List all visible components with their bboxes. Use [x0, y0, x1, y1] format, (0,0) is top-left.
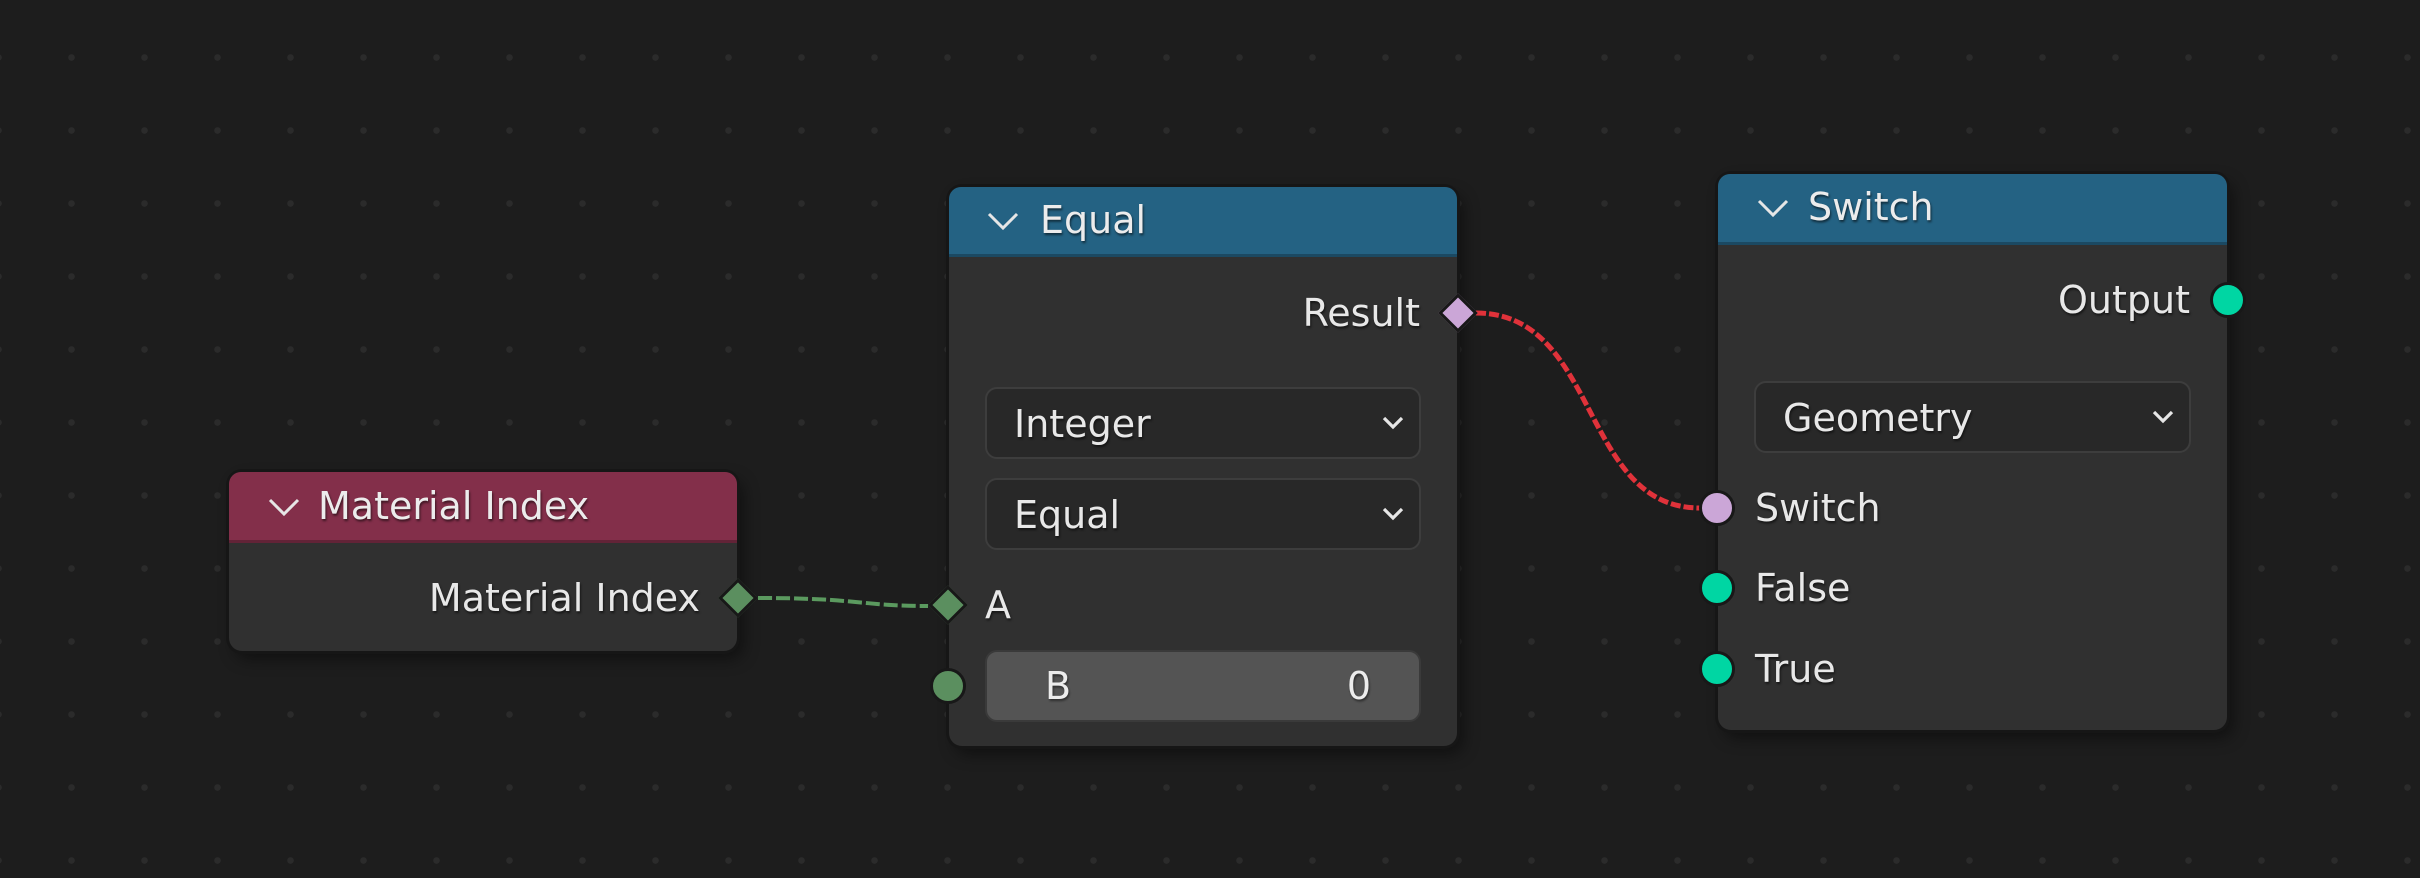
dropdown-value: Integer [1014, 402, 1151, 446]
node-material-index[interactable]: Material Index Material Index [229, 472, 758, 651]
socket-label-false: False [1755, 566, 1851, 610]
node-header[interactable]: Switch [1718, 174, 2227, 245]
node-title: Material Index [318, 484, 590, 528]
output-socket-output[interactable] [2210, 282, 2246, 318]
chevron-down-icon [1382, 416, 1404, 430]
socket-label-switch: Switch [1755, 486, 1881, 530]
node-title: Equal [1040, 198, 1147, 242]
node-header[interactable]: Material Index [229, 472, 737, 543]
output-socket-material-index[interactable] [718, 578, 758, 618]
field-label: B [1045, 664, 1072, 708]
chevron-down-icon[interactable] [267, 497, 301, 517]
chevron-down-icon[interactable] [1756, 198, 1790, 218]
dropdown-value: Equal [1014, 493, 1121, 537]
node-header[interactable]: Equal [949, 187, 1457, 257]
node-equal[interactable]: Equal Result Integer Equal A B 0 [928, 187, 1478, 746]
node-title: Switch [1808, 185, 1934, 229]
node-switch[interactable]: Switch Output Geometry Switch False True [1699, 174, 2246, 730]
input-socket-a[interactable] [928, 585, 968, 625]
socket-label-material-index: Material Index [428, 576, 700, 620]
chevron-down-icon [2152, 410, 2174, 424]
operation-dropdown[interactable]: Equal [985, 478, 1421, 550]
chevron-down-icon [1382, 507, 1404, 521]
input-socket-true[interactable] [1699, 651, 1735, 687]
dropdown-value: Geometry [1783, 396, 1973, 440]
link-result-to-switch[interactable] [1475, 310, 1701, 511]
input-type-dropdown[interactable]: Geometry [1754, 381, 2191, 453]
input-socket-switch[interactable] [1699, 490, 1735, 526]
field-value: 0 [1346, 664, 1371, 708]
b-value-field[interactable]: B 0 [985, 650, 1421, 722]
chevron-down-icon[interactable] [986, 211, 1020, 231]
output-socket-result[interactable] [1438, 293, 1478, 333]
data-type-dropdown[interactable]: Integer [985, 387, 1421, 459]
socket-label-a: A [985, 583, 1011, 627]
input-socket-false[interactable] [1699, 570, 1735, 606]
input-socket-b[interactable] [930, 668, 966, 704]
socket-label-true: True [1755, 647, 1836, 691]
socket-label-output: Output [2058, 278, 2190, 322]
socket-label-result: Result [1302, 291, 1420, 335]
link-material-index-to-a[interactable] [757, 596, 929, 608]
